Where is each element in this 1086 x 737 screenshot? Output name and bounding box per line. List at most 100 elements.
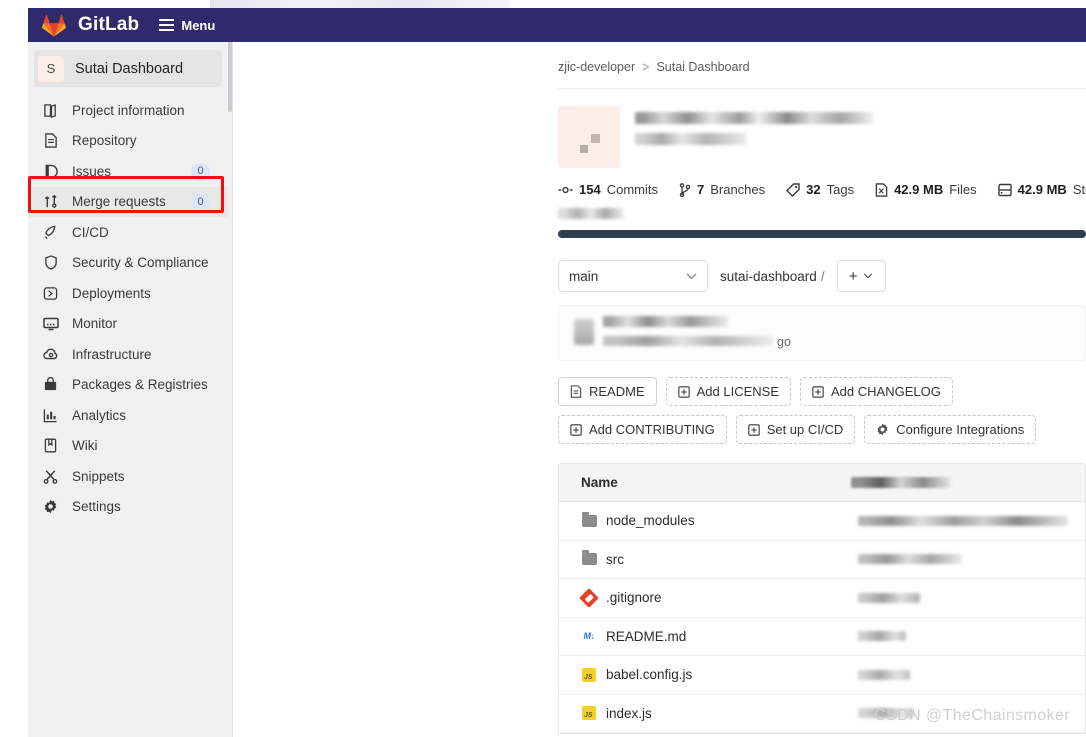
sidebar-item-snippets[interactable]: Snippets bbox=[28, 461, 228, 492]
sidebar-item-packages-registries[interactable]: Packages & Registries bbox=[28, 370, 228, 401]
readme-button[interactable]: README bbox=[558, 377, 657, 406]
screenshot-artifact-strip bbox=[210, 0, 510, 8]
project-subtitle-redacted bbox=[635, 133, 747, 145]
sidebar-item-deployments[interactable]: Deployments bbox=[28, 278, 228, 309]
branch-selector[interactable]: main bbox=[558, 260, 708, 292]
sidebar-item-issues[interactable]: Issues 0 bbox=[28, 156, 228, 187]
table-row[interactable]: node_modules bbox=[559, 502, 1085, 541]
storage-icon bbox=[997, 183, 1012, 197]
commit-message-redacted bbox=[858, 669, 910, 680]
table-row[interactable]: JS babel.config.js bbox=[559, 656, 1085, 695]
sidebar-item-security-compliance[interactable]: Security & Compliance bbox=[28, 248, 228, 279]
repo-path-name[interactable]: sutai-dashboard bbox=[720, 269, 817, 284]
main-menu-button[interactable]: Menu bbox=[159, 18, 215, 33]
file-name[interactable]: babel.config.js bbox=[606, 667, 858, 682]
sidebar-nav-list: Project information Repository Issues 0 bbox=[28, 93, 228, 522]
language-bar[interactable] bbox=[558, 230, 1086, 238]
sidebar-item-project-information[interactable]: Project information bbox=[28, 95, 228, 126]
table-row[interactable]: src bbox=[559, 540, 1085, 579]
sidebar-item-infrastructure[interactable]: Infrastructure bbox=[28, 339, 228, 370]
top-navigation-bar: GitLab Menu bbox=[28, 8, 1086, 42]
gitlab-wordmark: GitLab bbox=[78, 14, 140, 35]
sidebar-item-merge-requests[interactable]: Merge requests 0 bbox=[28, 186, 228, 217]
sidebar-project-header[interactable]: S Sutai Dashboard bbox=[34, 50, 222, 87]
git-icon bbox=[579, 587, 599, 608]
column-header-name: Name bbox=[581, 475, 618, 490]
commit-time-ago: go bbox=[777, 335, 791, 349]
stat-branches[interactable]: 7 Branches bbox=[679, 182, 765, 197]
repository-icon bbox=[42, 132, 59, 149]
repo-action-buttons: README Add LICENSE Add CHANGELOG Add CON… bbox=[558, 377, 1086, 444]
commit-author-avatar-redacted bbox=[574, 319, 594, 345]
last-commit-panel: go bbox=[558, 305, 1086, 361]
main-content: zjic-developer > Sutai Dashboard 154 Com… bbox=[233, 42, 1086, 737]
table-row[interactable]: M↓ README.md bbox=[559, 617, 1085, 656]
merge-requests-count-badge: 0 bbox=[191, 193, 210, 211]
stat-label: Tags bbox=[826, 182, 855, 197]
add-license-button[interactable]: Add LICENSE bbox=[665, 377, 791, 406]
file-name[interactable]: node_modules bbox=[606, 513, 858, 528]
branch-path-toolbar: main sutai-dashboard / + bbox=[558, 260, 1086, 292]
sidebar-item-label: Deployments bbox=[72, 285, 151, 301]
project-stats: 154 Commits 7 Branches 32 Tags 42.9 MB F… bbox=[558, 182, 1086, 197]
sidebar-item-label: Infrastructure bbox=[72, 346, 152, 362]
stat-tags[interactable]: 32 Tags bbox=[786, 182, 854, 197]
branch-name: main bbox=[569, 268, 599, 284]
column-header-redacted bbox=[851, 477, 951, 488]
file-name[interactable]: README.md bbox=[606, 629, 858, 644]
sidebar-item-label: Security & Compliance bbox=[72, 255, 209, 271]
merge-requests-icon bbox=[42, 193, 59, 210]
stat-storage[interactable]: 42.9 MB Storage bbox=[997, 182, 1086, 197]
cloud-icon bbox=[42, 346, 59, 363]
stat-value: 154 bbox=[579, 182, 601, 197]
file-name[interactable]: src bbox=[606, 552, 858, 567]
repo-path: sutai-dashboard / bbox=[720, 269, 825, 284]
javascript-icon: JS bbox=[581, 667, 597, 683]
files-icon bbox=[875, 182, 888, 197]
sidebar-item-label: Project information bbox=[72, 102, 185, 118]
file-name[interactable]: index.js bbox=[606, 706, 858, 721]
plus-box-icon bbox=[677, 385, 690, 398]
breadcrumb-project[interactable]: Sutai Dashboard bbox=[656, 60, 749, 74]
menu-label: Menu bbox=[181, 17, 216, 33]
sidebar-item-settings[interactable]: Settings bbox=[28, 492, 228, 523]
monitor-icon bbox=[42, 315, 59, 332]
javascript-icon: JS bbox=[581, 705, 597, 721]
branch-icon bbox=[679, 182, 691, 197]
sidebar-item-label: Packages & Registries bbox=[72, 377, 208, 393]
table-row[interactable]: .gitignore bbox=[559, 579, 1085, 618]
sidebar-item-analytics[interactable]: Analytics bbox=[28, 400, 228, 431]
commit-icon bbox=[558, 184, 573, 196]
table-row[interactable]: JS index.js bbox=[559, 694, 1085, 733]
file-name[interactable]: .gitignore bbox=[606, 590, 858, 605]
scissors-icon bbox=[42, 468, 59, 485]
sidebar-item-label: Repository bbox=[72, 133, 137, 149]
gear-icon bbox=[42, 498, 59, 515]
add-contributing-button[interactable]: Add CONTRIBUTING bbox=[558, 415, 727, 444]
stat-files[interactable]: 42.9 MB Files bbox=[875, 182, 977, 197]
action-label: Add CONTRIBUTING bbox=[589, 422, 715, 437]
configure-integrations-button[interactable]: Configure Integrations bbox=[864, 415, 1037, 444]
stat-commits[interactable]: 154 Commits bbox=[558, 182, 658, 197]
issues-count-badge: 0 bbox=[191, 162, 210, 180]
commit-message-redacted bbox=[603, 316, 728, 327]
analytics-icon bbox=[42, 407, 59, 424]
issues-icon bbox=[42, 163, 59, 180]
sidebar-item-label: Issues bbox=[72, 163, 112, 179]
setup-ci-cd-button[interactable]: Set up CI/CD bbox=[735, 415, 856, 444]
plus-box-icon bbox=[747, 423, 760, 436]
breadcrumb-group[interactable]: zjic-developer bbox=[558, 60, 635, 74]
breadcrumb: zjic-developer > Sutai Dashboard bbox=[558, 42, 1086, 74]
sidebar-item-monitor[interactable]: Monitor bbox=[28, 309, 228, 340]
commit-message-redacted bbox=[858, 631, 906, 642]
sidebar-item-label: CI/CD bbox=[72, 224, 109, 240]
add-to-repo-button[interactable]: + bbox=[836, 260, 886, 292]
folder-icon bbox=[581, 550, 597, 567]
project-name: Sutai Dashboard bbox=[75, 60, 184, 77]
sidebar-item-wiki[interactable]: Wiki bbox=[28, 431, 228, 462]
action-label: Set up CI/CD bbox=[766, 422, 844, 437]
add-changelog-button[interactable]: Add CHANGELOG bbox=[800, 377, 953, 406]
sidebar-item-ci-cd[interactable]: CI/CD bbox=[28, 217, 228, 248]
tag-icon bbox=[786, 182, 800, 197]
sidebar-item-repository[interactable]: Repository bbox=[28, 126, 228, 157]
